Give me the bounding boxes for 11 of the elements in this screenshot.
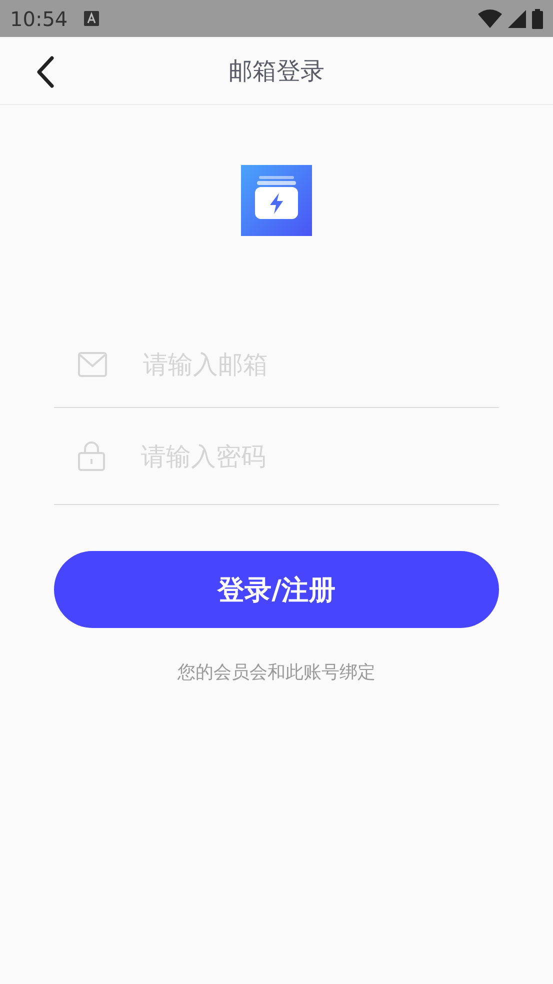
lock-icon xyxy=(78,441,105,471)
status-time: 10:54 xyxy=(10,6,68,30)
wifi-icon xyxy=(478,9,502,28)
signal-icon xyxy=(508,10,526,28)
envelope-icon xyxy=(78,352,107,377)
app-logo-icon xyxy=(241,165,312,236)
battery-icon xyxy=(532,8,543,28)
keyboard-notification-icon xyxy=(84,11,99,26)
login-register-button[interactable]: 登录/注册 xyxy=(54,551,499,628)
account-binding-note: 您的会员会和此账号绑定 xyxy=(176,661,376,684)
page-title: 邮箱登录 xyxy=(228,56,324,86)
